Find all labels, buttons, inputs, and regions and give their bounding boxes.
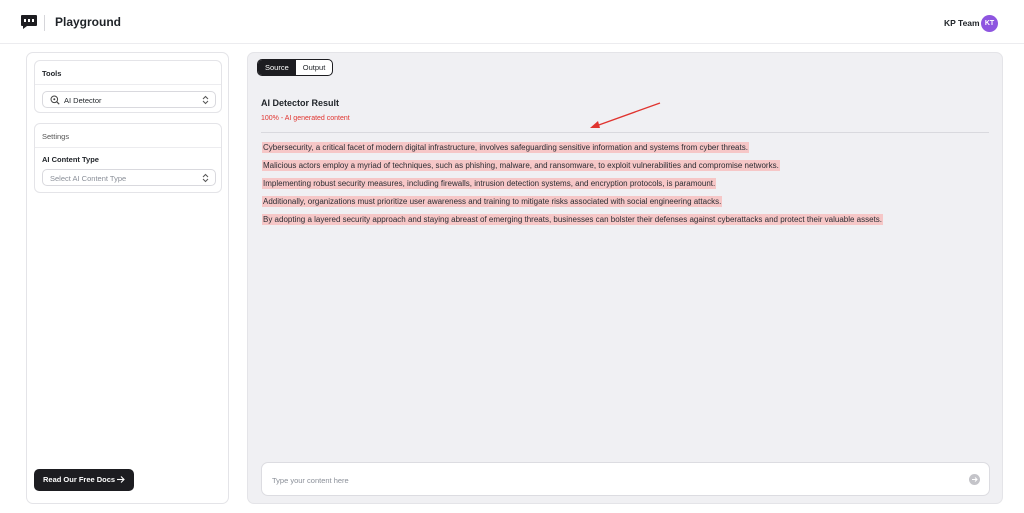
tools-heading: Tools	[35, 61, 221, 85]
text-line: By adopting a layered security approach …	[262, 214, 884, 232]
read-docs-label: Read Our Free Docs	[43, 475, 116, 484]
send-button[interactable]	[969, 474, 980, 485]
arrow-right-icon	[972, 477, 978, 482]
top-bar: Playground KP Team KT	[0, 0, 1024, 44]
composer	[261, 462, 990, 496]
text-line: Malicious actors employ a myriad of tech…	[262, 160, 883, 178]
content-input[interactable]	[272, 473, 952, 487]
app-logo-icon[interactable]	[20, 14, 38, 30]
avatar[interactable]: KT	[981, 15, 998, 32]
divider	[261, 132, 989, 133]
view-tabs: Source Output	[257, 59, 334, 76]
text-line: Cybersecurity, a critical facet of moder…	[262, 142, 883, 160]
highlighted-sentence: By adopting a layered security approach …	[262, 214, 884, 225]
text-line: Additionally, organizations must priorit…	[262, 196, 883, 214]
content-type-label: AI Content Type	[42, 155, 99, 164]
header-divider	[44, 15, 45, 31]
chevron-up-down-icon	[202, 95, 209, 105]
text-line: Implementing robust security measures, i…	[262, 178, 883, 196]
content-type-select[interactable]: Select AI Content Type	[42, 169, 216, 186]
tab-source[interactable]: Source	[258, 60, 296, 75]
tool-select-value: AI Detector	[64, 96, 102, 105]
content-type-placeholder: Select AI Content Type	[50, 174, 127, 183]
sidebar: Tools AI Detector Settings AI Content Ty…	[26, 52, 229, 504]
read-docs-button[interactable]: Read Our Free Docs	[34, 469, 134, 491]
tools-card: Tools AI Detector	[34, 60, 222, 113]
chevron-up-down-icon	[202, 173, 209, 183]
highlighted-text: Cybersecurity, a critical facet of moder…	[262, 142, 884, 232]
tab-output[interactable]: Output	[296, 60, 333, 75]
annotation-arrow-icon	[590, 102, 661, 128]
arrow-right-icon	[117, 476, 125, 483]
ai-detector-icon	[50, 95, 60, 105]
result-panel: Source Output AI Detector Result 100% - …	[247, 52, 1003, 504]
tool-select[interactable]: AI Detector	[42, 91, 216, 108]
settings-card: Settings AI Content Type Select AI Conte…	[34, 123, 222, 193]
settings-heading: Settings	[35, 124, 221, 148]
highlighted-sentence: Cybersecurity, a critical facet of moder…	[262, 142, 749, 153]
user-name: KP Team	[944, 18, 980, 28]
highlighted-sentence: Malicious actors employ a myriad of tech…	[262, 160, 780, 171]
page-title: Playground	[55, 15, 122, 29]
result-summary: 100% - AI generated content	[261, 115, 350, 122]
result-title: AI Detector Result	[261, 98, 340, 108]
highlighted-sentence: Additionally, organizations must priorit…	[262, 196, 723, 207]
highlighted-sentence: Implementing robust security measures, i…	[262, 178, 717, 189]
